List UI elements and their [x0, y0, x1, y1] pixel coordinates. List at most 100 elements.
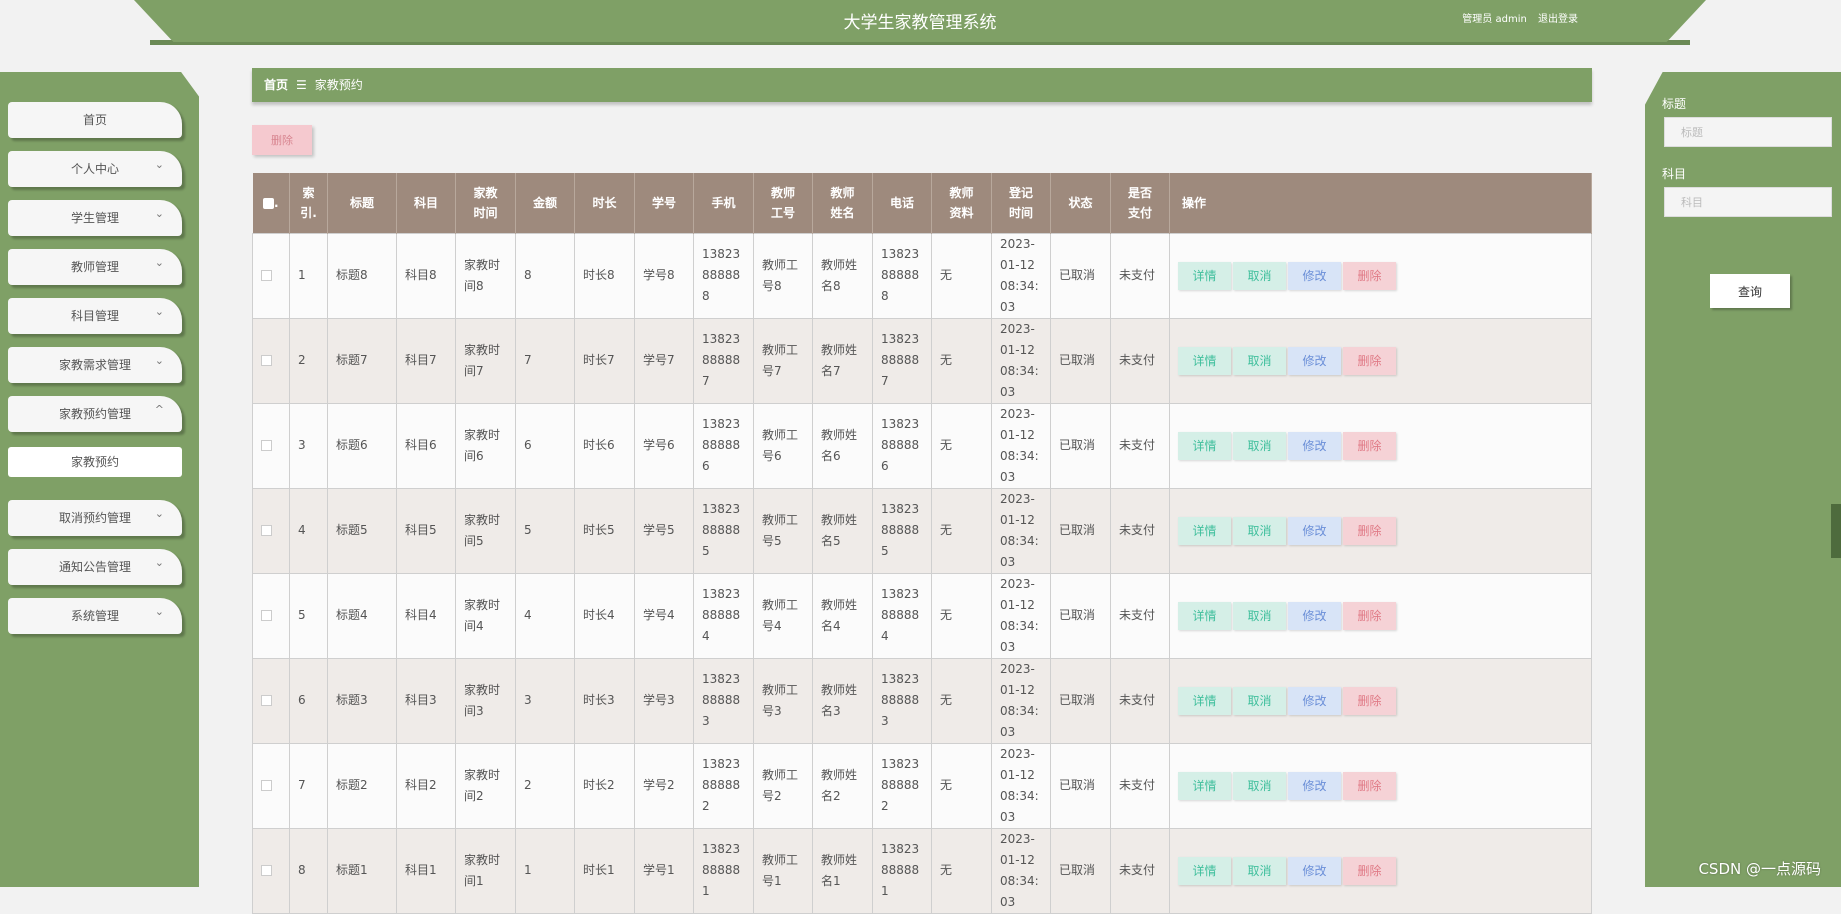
chevron-down-icon: ⌄ — [154, 305, 164, 318]
detail-button[interactable]: 详情 — [1178, 516, 1231, 545]
delete-button[interactable]: 删除 — [1343, 346, 1396, 375]
delete-button[interactable]: 删除 — [1343, 516, 1396, 545]
cancel-button[interactable]: 取消 — [1233, 686, 1286, 715]
cell-profile: 无 — [931, 827, 992, 914]
sidebar-subitem-appointment[interactable]: 家教预约 — [8, 447, 182, 477]
delete-button[interactable]: 删除 — [1343, 856, 1396, 885]
sidebar-item-label: 家教需求管理 — [58, 358, 131, 372]
edit-button[interactable]: 修改 — [1288, 346, 1341, 375]
cancel-button[interactable]: 取消 — [1233, 346, 1286, 375]
column-header-text: 状态 — [1068, 195, 1093, 210]
table-row[interactable]: 7 标题2 科目2 家教时间2 2 时长2 学号2 13823888882 教师工号2 教师姓名2… — [252, 742, 1592, 829]
row-checkbox[interactable] — [261, 270, 272, 281]
cancel-button[interactable]: 取消 — [1233, 601, 1286, 630]
chevron-up-icon: ^ — [154, 403, 164, 416]
row-checkbox[interactable] — [261, 780, 272, 791]
delete-button[interactable]: 删除 — [1343, 686, 1396, 715]
column-header-text: 金额 — [532, 195, 557, 210]
row-checkbox[interactable] — [261, 525, 272, 536]
scroll-handle[interactable] — [1831, 504, 1841, 558]
cell-reg-time: 2023-01-12 08:34:03 — [991, 232, 1051, 319]
cell-title: 标题8 — [327, 232, 397, 319]
cell-reg-time: 2023-01-12 08:34:03 — [991, 572, 1051, 659]
title-search-label: 标题 — [1662, 97, 1687, 111]
column-header-text: 引. — [300, 205, 317, 220]
cell-profile: 无 — [931, 742, 992, 829]
cell-subject: 科目1 — [396, 827, 456, 914]
subject-search-label: 科目 — [1662, 167, 1687, 181]
cancel-button[interactable]: 取消 — [1233, 771, 1286, 800]
cell-teacher-name: 教师姓名1 — [812, 827, 873, 914]
row-checkbox[interactable] — [261, 610, 272, 621]
sidebar-item[interactable]: 教师管理 ⌄ — [8, 249, 182, 285]
column-header-text: 教师 — [830, 185, 855, 200]
sidebar-item[interactable]: 家教需求管理 ⌄ — [8, 347, 182, 383]
cell-time: 家教时间1 — [455, 827, 516, 914]
cell-profile: 无 — [931, 572, 992, 659]
detail-button[interactable]: 详情 — [1178, 686, 1231, 715]
breadcrumb-current: 家教预约 — [314, 78, 363, 92]
table-row[interactable]: 3 标题6 科目6 家教时间6 6 时长6 学号6 13823888886 教师工号6 教师姓名6… — [252, 402, 1592, 489]
sidebar-item[interactable]: 家教预约管理 ^ — [8, 396, 182, 432]
column-header-text: 工号 — [770, 205, 795, 220]
table-row[interactable]: 2 标题7 科目7 家教时间7 7 时长7 学号7 13823888887 教师工号7 教师姓名7… — [252, 317, 1592, 404]
cell-phone: 13823888887 — [693, 317, 754, 404]
table-row[interactable]: 5 标题4 科目4 家教时间4 4 时长4 学号4 13823888884 教师工号4 教师姓名4… — [252, 572, 1592, 659]
cell-phone: 13823888882 — [693, 742, 754, 829]
sidebar-item[interactable]: 个人中心 ⌄ — [8, 151, 182, 187]
delete-button[interactable]: 删除 — [1343, 261, 1396, 290]
sidebar-item[interactable]: 首页 — [8, 102, 182, 138]
detail-button[interactable]: 详情 — [1178, 771, 1231, 800]
row-checkbox[interactable] — [261, 440, 272, 451]
delete-button[interactable]: 删除 — [1343, 601, 1396, 630]
detail-button[interactable]: 详情 — [1178, 261, 1231, 290]
table-row[interactable]: 6 标题3 科目3 家教时间3 3 时长3 学号3 13823888883 教师工号3 教师姓名3… — [252, 657, 1592, 744]
edit-button[interactable]: 修改 — [1288, 516, 1341, 545]
detail-button[interactable]: 详情 — [1178, 856, 1231, 885]
edit-button[interactable]: 修改 — [1288, 771, 1341, 800]
select-all-checkbox[interactable] — [262, 197, 274, 209]
cancel-button[interactable]: 取消 — [1233, 856, 1286, 885]
admin-user-label[interactable]: 管理员 admin — [1462, 14, 1527, 25]
row-checkbox[interactable] — [261, 865, 272, 876]
delete-button[interactable]: 删除 — [1343, 431, 1396, 460]
sidebar-item[interactable]: 学生管理 ⌄ — [8, 200, 182, 236]
batch-delete-button[interactable]: 删除 — [252, 125, 312, 155]
column-header: 电话 — [872, 173, 932, 233]
breadcrumb-home[interactable]: 首页 — [264, 78, 288, 92]
row-select-cell — [252, 487, 290, 574]
cell-teacher-name: 教师姓名4 — [812, 572, 873, 659]
row-checkbox[interactable] — [261, 355, 272, 366]
table-body: 1 标题8 科目8 家教时间8 8 时长8 学号8 13823888888 教师工号8 教师姓名8… — [252, 232, 1592, 914]
subject-search-input[interactable] — [1664, 187, 1832, 217]
logout-link[interactable]: 退出登录 — [1538, 14, 1578, 25]
query-button[interactable]: 查询 — [1710, 274, 1790, 308]
row-checkbox[interactable] — [261, 695, 272, 706]
title-search-input[interactable] — [1664, 117, 1832, 147]
detail-button[interactable]: 详情 — [1178, 601, 1231, 630]
cancel-button[interactable]: 取消 — [1233, 431, 1286, 460]
sidebar-item[interactable]: 取消预约管理 ⌄ — [8, 500, 182, 536]
cell-duration: 时长3 — [574, 657, 635, 744]
table-row[interactable]: 8 标题1 科目1 家教时间1 1 时长1 学号1 13823888881 教师工号1 教师姓名1… — [252, 827, 1592, 914]
edit-button[interactable]: 修改 — [1288, 261, 1341, 290]
cancel-button[interactable]: 取消 — [1233, 516, 1286, 545]
table-row[interactable]: 4 标题5 科目5 家教时间5 5 时长5 学号5 13823888885 教师工号5 教师姓名5… — [252, 487, 1592, 574]
edit-button[interactable]: 修改 — [1288, 601, 1341, 630]
sidebar-item[interactable]: 系统管理 ⌄ — [8, 598, 182, 634]
edit-button[interactable]: 修改 — [1288, 686, 1341, 715]
edit-button[interactable]: 修改 — [1288, 431, 1341, 460]
edit-button[interactable]: 修改 — [1288, 856, 1341, 885]
table-row[interactable]: 1 标题8 科目8 家教时间8 8 时长8 学号8 13823888888 教师工号8 教师姓名8… — [252, 232, 1592, 319]
chevron-down-icon: ⌄ — [154, 207, 164, 220]
select-all-header[interactable]: . — [252, 173, 290, 233]
detail-button[interactable]: 详情 — [1178, 346, 1231, 375]
delete-button[interactable]: 删除 — [1343, 771, 1396, 800]
cell-teacher-id: 教师工号4 — [753, 572, 813, 659]
cell-amount: 7 — [515, 317, 575, 404]
cell-teacher-id: 教师工号2 — [753, 742, 813, 829]
cancel-button[interactable]: 取消 — [1233, 261, 1286, 290]
sidebar-item[interactable]: 通知公告管理 ⌄ — [8, 549, 182, 585]
detail-button[interactable]: 详情 — [1178, 431, 1231, 460]
sidebar-item[interactable]: 科目管理 ⌄ — [8, 298, 182, 334]
